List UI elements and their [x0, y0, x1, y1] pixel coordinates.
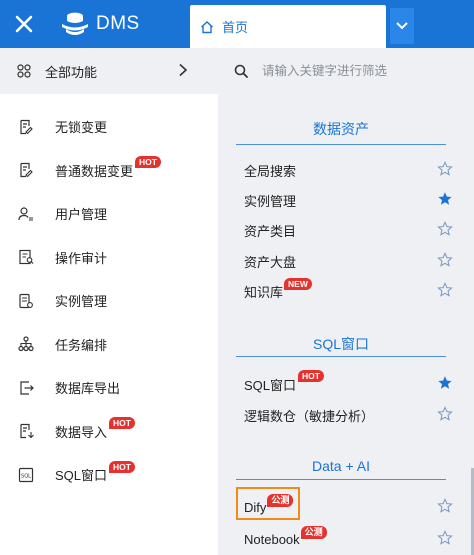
logo-text: DMS [96, 13, 140, 34]
export-icon [17, 379, 35, 397]
sidebar-item-label: 数据导入 [55, 424, 108, 440]
dify-highlight-box [236, 487, 300, 520]
tab-home-label: 首页 [222, 20, 249, 35]
hot-badge: HOT [298, 370, 324, 382]
sidebar-item-data-import[interactable]: 数据导入 HOT [0, 410, 218, 454]
menu-item-asset-dashboard[interactable]: 资产大盘 [244, 250, 453, 272]
menu-item-label: 实例管理 [244, 193, 297, 209]
star-outline-icon[interactable] [437, 530, 453, 546]
new-badge: NEW [284, 278, 312, 290]
hot-badge: HOT [109, 460, 135, 473]
section-title-sql-window: SQL窗口 [312, 336, 369, 352]
star-outline-icon[interactable] [437, 498, 453, 514]
grid-icon [17, 64, 31, 78]
sidebar-item-label: 普通数据变更 [55, 163, 134, 179]
search-input[interactable] [262, 64, 472, 78]
sidebar-item-operation-audit[interactable]: 操作审计 [0, 236, 218, 280]
sql-icon: SQL [17, 466, 35, 484]
audit-icon [17, 248, 35, 266]
menu-item-label: SQL窗口 [244, 377, 297, 393]
document-edit-icon [17, 161, 35, 179]
search-icon [234, 64, 248, 78]
all-functions-toggle[interactable]: 全部功能 [0, 48, 218, 94]
star-outline-icon[interactable] [437, 252, 453, 268]
section-title-data-ai: Data + AI [312, 458, 370, 474]
section-divider [236, 356, 446, 357]
menu-item-sql-window[interactable]: SQL窗口 HOT [244, 370, 453, 395]
section-divider [236, 144, 446, 145]
star-outline-icon[interactable] [437, 406, 453, 422]
search-bar [218, 48, 474, 94]
menu-item-notebook[interactable]: Notebook 公测 [244, 525, 453, 550]
sidebar-item-label: 操作审计 [55, 250, 108, 266]
sidebar-item-label: 任务编排 [55, 337, 108, 353]
sidebar: 全部功能 无锁变更 普通数据变更 HOT 用户管理 操作审计 实例管理 任务编排… [0, 48, 218, 555]
sidebar-item-task-orchestration[interactable]: 任务编排 [0, 323, 218, 367]
star-outline-icon[interactable] [437, 161, 453, 177]
star-filled-icon[interactable] [437, 375, 453, 391]
menu-item-label: 逻辑数仓（敏捷分析） [244, 408, 375, 424]
star-filled-icon[interactable] [437, 191, 453, 207]
star-outline-icon[interactable] [437, 221, 453, 237]
document-edit-icon [17, 118, 35, 136]
sidebar-item-database-export[interactable]: 数据库导出 [0, 366, 218, 410]
sidebar-item-label: 无锁变更 [55, 120, 108, 136]
chevron-down-icon [396, 22, 408, 30]
all-functions-label: 全部功能 [45, 64, 98, 80]
hot-badge: HOT [109, 417, 135, 430]
home-icon [201, 20, 213, 33]
tab-home[interactable]: 首页 [190, 5, 386, 48]
import-icon [17, 422, 35, 440]
sidebar-item-user-management[interactable]: 用户管理 [0, 192, 218, 236]
svg-text:SQL: SQL [21, 473, 31, 479]
menu-item-label: 资产类目 [244, 223, 297, 239]
top-bar: DMS 首页 [0, 0, 474, 48]
sidebar-item-label: 数据库导出 [55, 381, 121, 397]
menu-item-label: 知识库 [244, 284, 284, 300]
tab-dropdown-button[interactable] [390, 8, 414, 44]
star-outline-icon[interactable] [437, 282, 453, 298]
database-icon [17, 292, 35, 310]
menu-item-instance-management[interactable]: 实例管理 [244, 189, 453, 211]
close-icon [15, 15, 33, 33]
section-title-data-assets: 数据资产 [313, 121, 369, 137]
logo: DMS [60, 8, 140, 40]
function-panel: 数据资产 全局搜索 实例管理 资产类目 资产大盘 知识库 NEW SQL窗口 S… [218, 48, 474, 555]
close-button[interactable] [0, 0, 48, 48]
section-divider [236, 479, 446, 480]
workflow-icon [17, 335, 35, 353]
dms-logo-icon [62, 12, 88, 35]
sidebar-item-label: SQL窗口 [55, 468, 108, 484]
menu-item-global-search[interactable]: 全局搜索 [244, 159, 453, 181]
user-icon [17, 205, 35, 223]
sidebar-item-instance-management[interactable]: 实例管理 [0, 279, 218, 323]
menu-item-label: 资产大盘 [244, 254, 297, 270]
sidebar-item-sql-window[interactable]: SQL SQL窗口 HOT [0, 453, 218, 497]
sidebar-item-data-change[interactable]: 普通数据变更 HOT [0, 149, 218, 193]
sidebar-item-label: 实例管理 [55, 294, 108, 310]
hot-badge: HOT [135, 156, 161, 169]
sidebar-item-lockless-change[interactable]: 无锁变更 [0, 105, 218, 149]
menu-item-knowledge-base[interactable]: 知识库 NEW [244, 278, 453, 302]
chevron-right-icon [179, 63, 188, 77]
menu-item-label: 全局搜索 [244, 163, 297, 179]
menu-item-label: Notebook [244, 531, 300, 547]
sidebar-item-label: 用户管理 [55, 207, 108, 223]
menu-item-logical-warehouse[interactable]: 逻辑数仓（敏捷分析） [244, 404, 453, 426]
menu-item-asset-catalog[interactable]: 资产类目 [244, 219, 453, 241]
beta-badge: 公测 [300, 525, 327, 539]
